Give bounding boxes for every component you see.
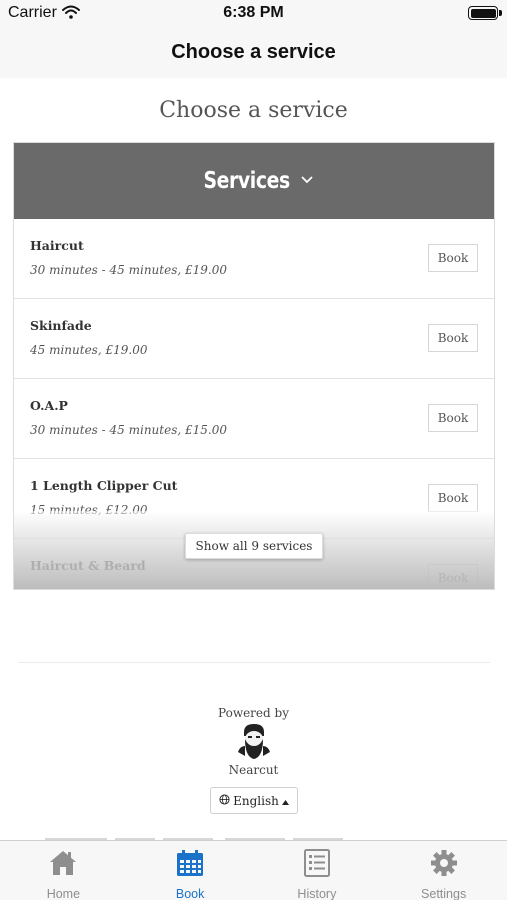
tab-label: Book xyxy=(175,887,205,900)
tab-history[interactable]: History xyxy=(254,841,381,900)
service-name: Haircut & Beard xyxy=(30,558,146,573)
services-dropdown-header[interactable]: Services xyxy=(14,143,494,219)
nearcut-logo xyxy=(236,722,272,762)
book-button[interactable]: Book xyxy=(428,404,478,432)
service-name: 1 Length Clipper Cut xyxy=(30,478,178,493)
divider xyxy=(18,662,490,663)
battery-icon xyxy=(468,6,502,20)
service-name: Haircut xyxy=(30,238,84,253)
tab-label: Home xyxy=(46,887,81,900)
navigation-bar: Choose a service xyxy=(0,28,507,78)
service-detail: 30 minutes - 45 minutes, £19.00 xyxy=(30,263,227,277)
calendar-icon xyxy=(175,849,205,882)
services-card: Services Haircut 30 minutes - 45 minutes… xyxy=(13,142,495,590)
globe-icon xyxy=(219,793,230,808)
service-row: Skinfade 45 minutes, £19.00 Book xyxy=(14,299,494,379)
clock-label: 6:38 PM xyxy=(223,4,284,21)
language-label: English xyxy=(233,793,279,808)
service-detail: 45 minutes, £19.00 xyxy=(30,343,148,357)
service-detail: 30 minutes - 45 minutes, £15.00 xyxy=(30,423,227,437)
service-row: 1 Length Clipper Cut 15 minutes, £12.00 … xyxy=(14,459,494,539)
page-title: Choose a service xyxy=(159,98,348,123)
tab-settings[interactable]: Settings xyxy=(380,841,507,900)
tab-bar: Home Book History Settings xyxy=(0,840,507,900)
chevron-down-icon xyxy=(300,172,314,190)
brand-name: Nearcut xyxy=(228,763,279,777)
caret-up-icon xyxy=(281,794,289,808)
book-button[interactable]: Book xyxy=(428,244,478,272)
show-all-services-button[interactable]: Show all 9 services xyxy=(185,533,323,559)
gear-icon xyxy=(429,849,459,882)
home-icon xyxy=(48,849,78,882)
language-selector[interactable]: English xyxy=(210,787,298,814)
service-name: Skinfade xyxy=(30,318,92,333)
powered-by-label: Powered by xyxy=(218,706,289,720)
services-header-label: Services xyxy=(203,168,291,194)
book-button[interactable]: Book xyxy=(428,324,478,352)
tab-label: Settings xyxy=(421,887,467,900)
tab-label: History xyxy=(297,887,337,900)
service-detail: 15 minutes, £12.00 xyxy=(30,503,148,517)
tab-book[interactable]: Book xyxy=(127,841,254,900)
service-row: Haircut 30 minutes - 45 minutes, £19.00 … xyxy=(14,219,494,299)
nav-title: Choose a service xyxy=(171,41,336,63)
book-button[interactable]: Book xyxy=(428,564,478,589)
list-icon xyxy=(302,849,332,882)
service-name: O.A.P xyxy=(30,398,68,413)
service-row: O.A.P 30 minutes - 45 minutes, £15.00 Bo… xyxy=(14,379,494,459)
book-button[interactable]: Book xyxy=(428,484,478,512)
status-bar: Carrier 6:38 PM xyxy=(0,0,507,28)
tab-home[interactable]: Home xyxy=(0,841,127,900)
